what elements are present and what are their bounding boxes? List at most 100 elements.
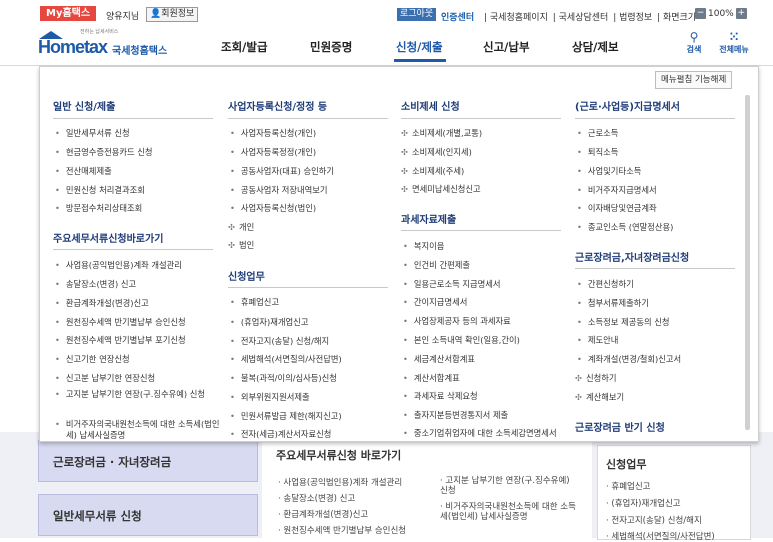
col1-title[interactable]: 일반 신청/제출: [53, 98, 115, 113]
col4-title[interactable]: (근로·사업등)지급명세서: [575, 98, 680, 113]
col1-title2[interactable]: 주요세무서류신청바로가기: [53, 230, 163, 245]
menu-item[interactable]: • 사업용(공익법인용)계좌 개설관리: [55, 259, 182, 271]
menu-item[interactable]: • 종교인소득 (연말정산용): [577, 221, 673, 233]
zoom-in-button[interactable]: +: [735, 8, 747, 19]
menu-item[interactable]: • 휴폐업신고: [230, 296, 279, 308]
bg-card-incentive[interactable]: 근로장려금 · 자녀장려금: [38, 440, 258, 482]
unpin-menu-button[interactable]: 메뉴펼침 기능해제: [655, 71, 733, 89]
col4-title3[interactable]: 근로장려금 반기 신청: [575, 419, 665, 434]
nav-apply-submit[interactable]: 신청/제출: [396, 39, 443, 55]
search-button[interactable]: ⚲ 검색: [679, 30, 709, 55]
bg-link[interactable]: · 송달장소(변경) 신고: [278, 492, 355, 504]
menu-item[interactable]: • 소득정보 제공동의 신청: [577, 316, 670, 328]
menu-item[interactable]: • 계좌개설(변경/철회)신고서: [577, 353, 681, 365]
menu-item[interactable]: • 비거주자의국내원천소득에 대한 소득세(법인세) 납세사실증명: [55, 419, 226, 441]
menu-item[interactable]: • 세금계산서합계표: [403, 353, 475, 365]
menu-item[interactable]: • 전자(세금)계산서자료신청: [230, 428, 331, 440]
logout-button[interactable]: 로그아웃: [397, 8, 437, 21]
menu-item[interactable]: • 전산매체제출: [55, 165, 112, 177]
col3-title[interactable]: 소비제세 신청: [401, 98, 460, 113]
expand-item[interactable]: ✣ 개인: [228, 221, 254, 233]
menu-item[interactable]: • 사업장제공자 등의 과세자료: [403, 315, 511, 327]
plus-icon: ✣: [401, 166, 408, 176]
menu-item[interactable]: • 복지이음: [403, 240, 444, 252]
menu-item[interactable]: • 간이지급명세서: [403, 296, 467, 308]
menu-item[interactable]: • 일반세무서류 신청: [55, 127, 130, 139]
link-nts-home[interactable]: | 국세청홈페이지: [484, 13, 548, 23]
bg-link[interactable]: · 고지분 납부기한 연장(구.징수유예) 신청: [440, 476, 570, 496]
menu-item[interactable]: • 환급계좌개설(변경)신고: [55, 297, 149, 309]
cert-center-link[interactable]: 인증센터: [441, 10, 474, 23]
menu-item[interactable]: • 불복(과적/이의/심사등)신청: [230, 372, 337, 384]
nav-civil-certificate[interactable]: 민원증명: [310, 39, 352, 55]
member-info-button[interactable]: 👤회원정보: [146, 7, 199, 22]
menu-item[interactable]: • 원천징수세액 반기별납부 승인신청: [55, 316, 186, 328]
menu-item[interactable]: • 공동사업자 저장내역보기: [230, 184, 328, 196]
expand-item[interactable]: ✣ 신청하기: [575, 372, 617, 384]
col4-title2[interactable]: 근로장려금,자녀장려금신청: [575, 249, 689, 264]
bg-card-general-docs[interactable]: 일반세무서류 신청: [38, 494, 258, 536]
menu-item[interactable]: • (휴업자)재개업신고: [230, 316, 308, 328]
nav-consult-report[interactable]: 상담/제보: [572, 39, 619, 55]
expand-item[interactable]: ✣ 법인: [228, 239, 254, 251]
menu-item[interactable]: • 외부위원지원서제출: [230, 391, 310, 403]
menu-item[interactable]: • 공동사업자(대표) 승인하기: [230, 165, 334, 177]
menu-item[interactable]: • 계산서합계표: [403, 372, 460, 384]
bg-link[interactable]: · 환급계좌개설(변경)신고: [278, 508, 368, 520]
menu-scrollbar[interactable]: [745, 95, 750, 430]
nav-report-pay[interactable]: 신고/납부: [483, 39, 530, 55]
bg-link[interactable]: · (휴업자)재개업신고: [606, 497, 681, 509]
menu-item[interactable]: • 방문접수처리상태조회: [55, 202, 142, 214]
menu-item[interactable]: • 사업및기타소득: [577, 165, 641, 177]
bg-link[interactable]: · 원천징수세액 반기별납부 승인신청: [278, 524, 406, 536]
menu-item[interactable]: • 신고분 납부기한 연장신청: [55, 372, 155, 384]
menu-item[interactable]: • 민원신청 처리결과조회: [55, 184, 145, 196]
menu-item[interactable]: • 현금영수증전용카드 신청: [55, 146, 153, 158]
menu-item[interactable]: • 간편신청하기: [577, 278, 634, 290]
menu-item[interactable]: • 전자고지(송달) 신청/해지: [230, 335, 329, 347]
nav-inquiry[interactable]: 조회/발급: [221, 39, 268, 55]
menu-item[interactable]: • 인건비 간편제출: [403, 259, 470, 271]
menu-item[interactable]: • 민원서류발급 제한(해지신고): [230, 410, 342, 422]
menu-item[interactable]: • 사업자등록정정(개인): [230, 146, 316, 158]
expand-item[interactable]: ✣ 면세미납세신청신고: [401, 183, 481, 195]
menu-item[interactable]: • 사업자등록신청(법인): [230, 202, 316, 214]
link-consult-center[interactable]: | 국세상담센터: [553, 13, 609, 23]
menu-item[interactable]: • 이자배당및연금계좌: [577, 202, 657, 214]
bg-link[interactable]: · 전자고지(송달) 신청/해지: [606, 514, 702, 526]
bg-link[interactable]: · 세법해석(서면질의/사전답변): [606, 530, 715, 542]
bg-link[interactable]: · 사업용(공익법인용)계좌 개설관리: [278, 476, 402, 488]
expand-item[interactable]: ✣ 소비제세(인지세): [401, 146, 472, 158]
menu-item[interactable]: • 신고기한 연장신청: [55, 353, 130, 365]
menu-item[interactable]: • 비거주자지급명세서: [577, 184, 657, 196]
menu-item[interactable]: • 과세자료 삭제요청: [403, 390, 478, 402]
menu-item[interactable]: • 원천징수세액 반기별납부 포기신청: [55, 334, 186, 346]
menu-item[interactable]: • 제도안내: [577, 334, 618, 346]
menu-item[interactable]: • 근로소득: [577, 127, 618, 139]
expand-item[interactable]: ✣ 계산해보기: [575, 391, 624, 403]
grid-icon: ⁙: [728, 30, 740, 44]
bg-link[interactable]: · 비거주자의국내원천소득에 대한 소득세(법인세) 납세사실증명: [440, 502, 580, 522]
menu-item[interactable]: • 일용근로소득 지급명세서: [403, 278, 501, 290]
menu-item[interactable]: • 중소기업취업자에 대한 소득세감면명세서: [403, 428, 574, 439]
expand-item[interactable]: ✣ 소비제세(주세): [401, 165, 464, 177]
menu-item[interactable]: • 세법해석(서면질의/사전답변): [230, 353, 342, 365]
menu-item[interactable]: • 출자지분등변경통지서 제출: [403, 409, 508, 421]
col3-title2[interactable]: 과세자료제출: [401, 211, 456, 226]
expand-item[interactable]: ✣ 소비제세(개별,교통): [401, 127, 482, 139]
col2-title[interactable]: 사업자등록신청/정정 등: [228, 98, 327, 113]
zoom-out-button[interactable]: −: [695, 8, 706, 19]
zoom-level: 100%: [708, 8, 734, 19]
hometax-logo[interactable]: 전하는 납세서비스 Hometax 국세청홈택스: [36, 28, 178, 58]
menu-item[interactable]: • 본인 소득내역 확인(일용,간이): [403, 334, 520, 346]
link-law-info[interactable]: | 법령정보: [613, 13, 652, 23]
col2-title2[interactable]: 신청업무: [228, 268, 265, 283]
menu-item[interactable]: • 첨부서류제출하기: [577, 297, 649, 309]
menu-item[interactable]: • 송달장소(변경) 신고: [55, 278, 136, 290]
menu-item[interactable]: • 퇴직소득: [577, 146, 618, 158]
bg-link[interactable]: · 휴폐업신고: [606, 480, 651, 492]
menu-item[interactable]: • 사업자등록신청(개인): [230, 127, 316, 139]
all-menu-button[interactable]: ⁙ 전체메뉴: [714, 30, 754, 55]
menu-item[interactable]: • 고지분 납부기한 연장(구.징수유예) 신청: [55, 389, 226, 400]
my-hometax-tab[interactable]: My홈택스: [40, 6, 97, 21]
